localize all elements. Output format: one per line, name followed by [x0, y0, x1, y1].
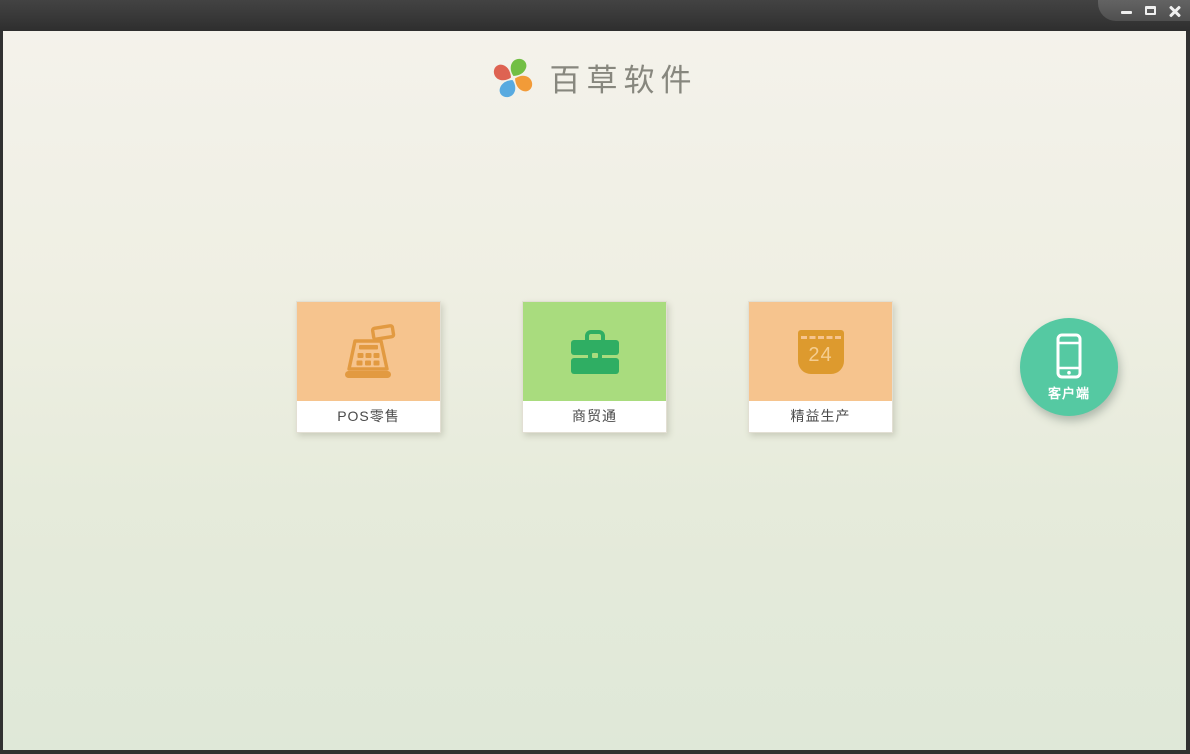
calendar-tearline	[800, 335, 841, 339]
product-card-lean[interactable]: 24 精益生产	[748, 301, 893, 433]
card-label: 商贸通	[523, 401, 666, 432]
smartphone-icon	[1056, 333, 1082, 379]
app-title: 百草软件	[549, 63, 698, 99]
calendar-number: 24	[808, 344, 833, 366]
restore-icon	[1145, 6, 1156, 15]
client-button-label: 客户端	[1047, 386, 1090, 401]
client-button[interactable]: 客户端	[1020, 318, 1118, 416]
product-card-trade[interactable]: 商贸通	[522, 301, 667, 433]
briefcase-icon	[570, 329, 619, 374]
titlebar	[0, 0, 1190, 31]
close-button[interactable]	[1167, 3, 1182, 18]
calendar-icon: 24	[797, 329, 844, 374]
restore-button[interactable]	[1143, 3, 1158, 18]
minimize-icon	[1121, 11, 1132, 14]
main-content: 百草软件 POS零售 商贸通 24 精益生产 客户端	[3, 31, 1186, 750]
card-icon-area	[523, 302, 666, 401]
cash-register-icon	[344, 323, 395, 378]
card-label: POS零售	[297, 401, 440, 432]
brand-header: 百草软件	[3, 55, 1186, 100]
minimize-button[interactable]	[1119, 3, 1134, 18]
card-label: 精益生产	[749, 401, 892, 432]
window-controls	[1098, 0, 1190, 21]
product-card-pos[interactable]: POS零售	[296, 301, 441, 433]
app-window: { "window": { "controls": [ { "id": "min…	[0, 0, 1190, 754]
card-icon-area: 24	[749, 302, 892, 401]
pinwheel-logo-icon	[493, 58, 532, 97]
card-icon-area	[297, 302, 440, 401]
close-icon	[1169, 5, 1181, 17]
